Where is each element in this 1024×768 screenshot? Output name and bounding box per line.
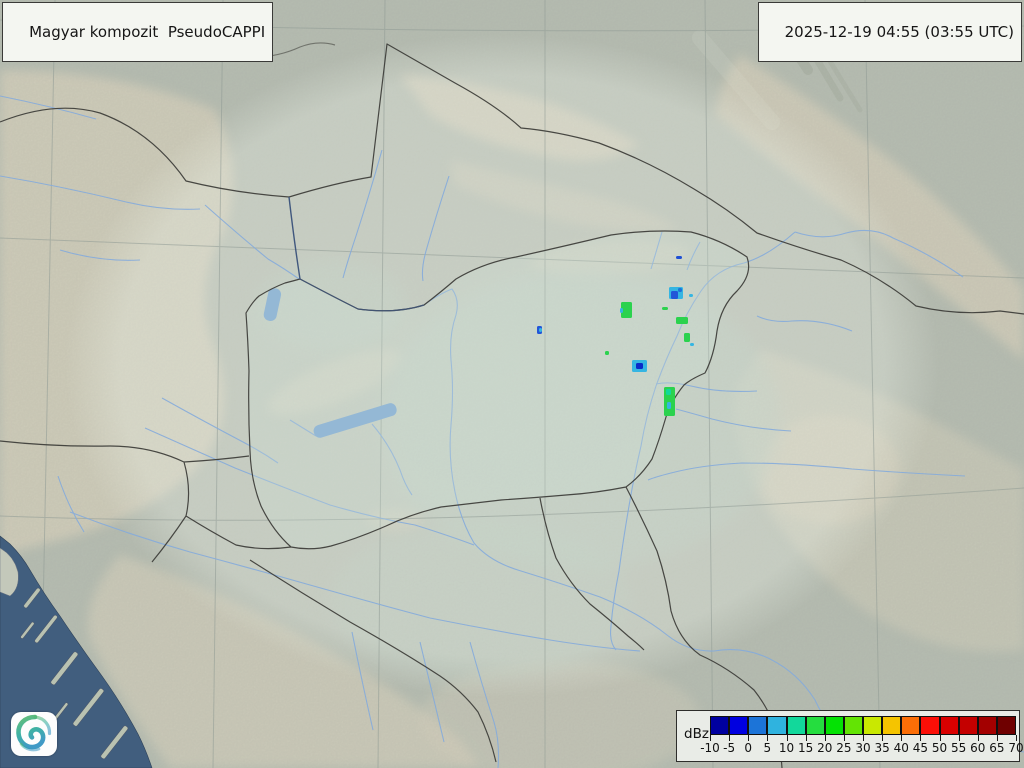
legend-swatch [920,716,939,735]
hungaromet-logo [11,712,57,756]
legend-tick-label: 30 [855,741,870,755]
legend-swatch [767,716,786,735]
radar-echo [676,317,688,324]
radar-echo [620,308,623,313]
legend-tick-label: 0 [744,741,752,755]
timestamp: 2025-12-19 04:55 (03:55 UTC) [785,23,1014,41]
radar-echo [689,294,693,297]
legend-swatch [863,716,882,735]
timestamp-box: 2025-12-19 04:55 (03:55 UTC) [758,2,1022,62]
radar-echo [690,343,694,346]
radar-echo [636,363,643,369]
product-label-box: Magyar kompozit PseudoCAPPI [2,2,273,62]
radar-echo [605,351,609,355]
radar-map [0,0,1024,768]
spiral-logo-icon [14,714,54,754]
radar-echo [676,256,682,259]
legend-tick-label: 25 [836,741,851,755]
legend-swatch [978,716,997,735]
legend-tick-label: -5 [723,741,735,755]
legend-tick-label: 70 [1008,741,1023,755]
legend-tick-label: -10 [700,741,720,755]
radar-echo [666,389,671,395]
legend-tick-label: 35 [874,741,889,755]
legend-swatch [997,716,1016,735]
radar-product-screen: Magyar kompozit PseudoCAPPI 2025-12-19 0… [0,0,1024,768]
dbz-legend: dBz -10-5 05 10 15 20 25 30 35 40 45 50 55 60 65 70 [676,710,1020,762]
legend-tick-label: 20 [817,741,832,755]
legend-tick-label: 40 [894,741,909,755]
radar-echo [667,402,671,409]
radar-echo [678,288,682,292]
legend-swatches [710,716,1016,735]
legend-tick-label: 45 [913,741,928,755]
legend-swatch [882,716,901,735]
radar-echo [684,333,690,342]
legend-swatch [844,716,863,735]
legend-tick-label: 15 [798,741,813,755]
legend-tick-label: 55 [951,741,966,755]
legend-swatch [748,716,767,735]
legend-swatch [901,716,920,735]
legend-swatch [806,716,825,735]
radar-echo [539,328,542,332]
legend-tick-label: 5 [764,741,772,755]
legend-swatch [787,716,806,735]
legend-swatch [959,716,978,735]
legend-tick-label: 50 [932,741,947,755]
legend-tick-label: 10 [779,741,794,755]
legend-swatch [729,716,748,735]
legend-swatch [710,716,729,735]
legend-tick-label: 60 [970,741,985,755]
legend-tick-label: 65 [989,741,1004,755]
legend-swatch [825,716,844,735]
dbz-unit-label: dBz [684,726,709,742]
radar-echo [671,291,678,299]
radar-echo [662,307,668,310]
product-label: Magyar kompozit PseudoCAPPI [29,23,265,41]
legend-swatch [940,716,959,735]
